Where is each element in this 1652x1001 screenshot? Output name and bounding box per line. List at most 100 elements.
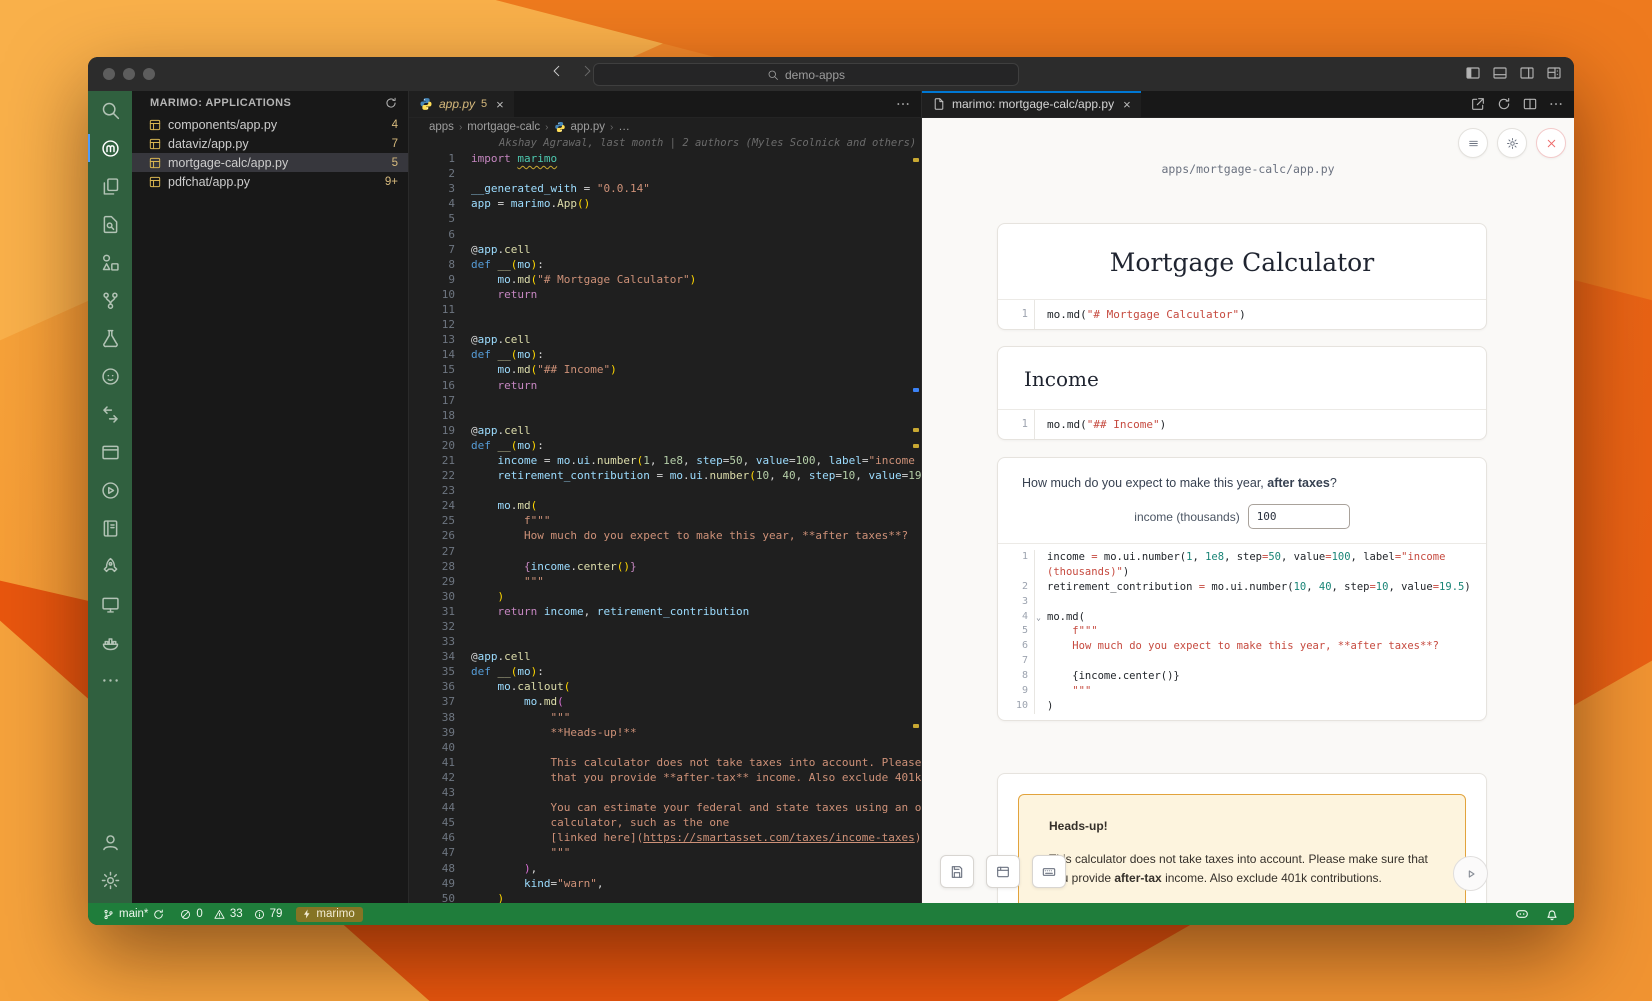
breadcrumb-item[interactable]: … [618, 121, 630, 133]
close-tab-icon[interactable]: × [496, 97, 504, 112]
activity-item-beaker[interactable] [88, 319, 132, 357]
save-button[interactable] [940, 855, 974, 888]
toggle-primary-sidebar-icon[interactable] [1465, 65, 1481, 81]
code-line: 34@app.cell [409, 649, 921, 664]
account-icon [100, 832, 121, 853]
close-window-button[interactable] [103, 68, 115, 80]
cell-income: Income 1 mo.md("## Income") [997, 346, 1487, 440]
python-icon [419, 97, 433, 111]
problems-item[interactable]: 0 33 79 [179, 908, 282, 921]
activity-item-window[interactable] [88, 433, 132, 471]
activity-item-devices[interactable] [88, 585, 132, 623]
rocket-icon [100, 556, 121, 577]
reload-preview-icon[interactable] [1496, 96, 1512, 112]
search-icon [767, 69, 779, 81]
activity-item-git-fork[interactable] [88, 281, 132, 319]
preview-panel-group: marimo: mortgage-calc/app.py × apps/mort… [921, 91, 1574, 903]
activity-item-shapes[interactable] [88, 243, 132, 281]
command-center-search[interactable]: demo-apps [593, 63, 1019, 86]
tab-marimo-preview[interactable]: marimo: mortgage-calc/app.py × [922, 91, 1141, 117]
activity-item-file-search[interactable] [88, 205, 132, 243]
code-line: 28 {income.center()} [409, 559, 921, 574]
cell-code[interactable]: mo.md("## Income") [1035, 410, 1166, 439]
close-tab-icon[interactable]: × [1123, 97, 1131, 112]
sidebar-title: MARIMO: APPLICATIONS [150, 97, 291, 109]
activity-item-ellipsis[interactable] [88, 661, 132, 699]
activity-item-play-circle[interactable] [88, 471, 132, 509]
activity-item-marimo[interactable] [88, 129, 132, 167]
hamburger-icon [1467, 137, 1480, 150]
callout-heading: Heads-up! [1049, 817, 1435, 836]
sidebar-item-dataviz/app.py[interactable]: dataviz/app.py7 [132, 134, 408, 153]
income-input[interactable] [1248, 504, 1350, 529]
code-line: 3__generated_with = "0.0.14" [409, 181, 921, 196]
git-branch-item[interactable]: main* [102, 908, 165, 921]
command-center-text: demo-apps [785, 68, 845, 82]
activity-item-files[interactable] [88, 167, 132, 205]
code-line: 42 that you provide **after-tax** income… [409, 770, 921, 785]
tab-app-py[interactable]: app.py 5 × [409, 91, 514, 117]
play-circle-icon [100, 480, 121, 501]
code-line: 38 """ [409, 710, 921, 725]
save-icon [949, 864, 965, 880]
devices-icon [100, 594, 121, 615]
refresh-icon[interactable] [384, 96, 398, 110]
editor-group: app.py 5 × apps› mortgage-calc› app.py› … [409, 91, 921, 903]
marimo-app-icon [148, 156, 162, 170]
sidebar-item-mortgage-calc/app.py[interactable]: mortgage-calc/app.py5 [132, 153, 408, 172]
sidebar-item-pdfchat/app.py[interactable]: pdfchat/app.py9+ [132, 172, 408, 191]
back-icon[interactable] [550, 64, 564, 78]
activity-item-github[interactable] [88, 357, 132, 395]
code-line: 30 ) [409, 589, 921, 604]
customize-layout-icon[interactable] [1546, 65, 1562, 81]
code-line: 2 [409, 166, 921, 181]
cell-code[interactable]: mo.md("# Mortgage Calculator") [1035, 300, 1246, 329]
activity-item-gear[interactable] [88, 861, 132, 899]
breadcrumb-item[interactable]: apps [429, 121, 454, 133]
zoom-window-button[interactable] [143, 68, 155, 80]
code-line: 8def __(mo): [409, 257, 921, 272]
gear-icon [100, 870, 121, 891]
code-line: 40 [409, 740, 921, 755]
marimo-settings-button[interactable] [1497, 128, 1527, 158]
code-line: 5 [409, 211, 921, 226]
cell-code-block[interactable]: 1income = mo.ui.number(1, 1e8, step=50, … [998, 544, 1486, 720]
activity-item-account[interactable] [88, 823, 132, 861]
breadcrumb-item[interactable]: mortgage-calc [467, 121, 540, 133]
breadcrumb-item[interactable]: app.py [571, 121, 606, 133]
play-icon [1463, 866, 1479, 882]
notifications-bell-icon[interactable] [1544, 906, 1560, 922]
toggle-secondary-sidebar-icon[interactable] [1519, 65, 1535, 81]
editor-actions-more-icon[interactable] [895, 96, 911, 112]
split-editor-icon[interactable] [1522, 96, 1538, 112]
run-button[interactable] [1453, 856, 1488, 891]
marimo-menu-button[interactable] [1458, 128, 1488, 158]
sidebar-item-components/app.py[interactable]: components/app.py4 [132, 115, 408, 134]
keyboard-shortcuts-button[interactable] [1032, 855, 1066, 888]
income-input-label: income (thousands) [1134, 510, 1239, 524]
activity-item-diff[interactable] [88, 395, 132, 433]
forward-icon[interactable] [580, 64, 594, 78]
toggle-panel-icon[interactable] [1492, 65, 1508, 81]
cell-count-badge: 9+ [385, 176, 398, 188]
code-line: 43 [409, 785, 921, 800]
copilot-icon[interactable] [1514, 906, 1530, 922]
income-heading: Income [998, 347, 1486, 409]
open-app-button[interactable] [986, 855, 1020, 888]
minimize-window-button[interactable] [123, 68, 135, 80]
overview-ruler-warning [913, 724, 919, 728]
marimo-status-item[interactable]: marimo [296, 907, 362, 922]
activity-item-docker[interactable] [88, 623, 132, 661]
activity-item-search[interactable] [88, 91, 132, 129]
activity-item-rocket[interactable] [88, 547, 132, 585]
open-in-browser-icon[interactable] [1470, 96, 1486, 112]
code-editor[interactable]: Akshay Agrawal, last month | 2 authors (… [409, 136, 921, 903]
code-line: 1import marimo [409, 151, 921, 166]
code-line: 20def __(mo): [409, 438, 921, 453]
marimo-webview: apps/mortgage-calc/app.py Mortgage Calcu… [922, 118, 1574, 903]
more-actions-icon[interactable] [1548, 96, 1564, 112]
cell-code-line: 7 [998, 654, 1486, 669]
activity-item-notebook[interactable] [88, 509, 132, 547]
code-line: 26 How much do you expect to make this y… [409, 528, 921, 543]
marimo-shutdown-button[interactable] [1536, 128, 1566, 158]
